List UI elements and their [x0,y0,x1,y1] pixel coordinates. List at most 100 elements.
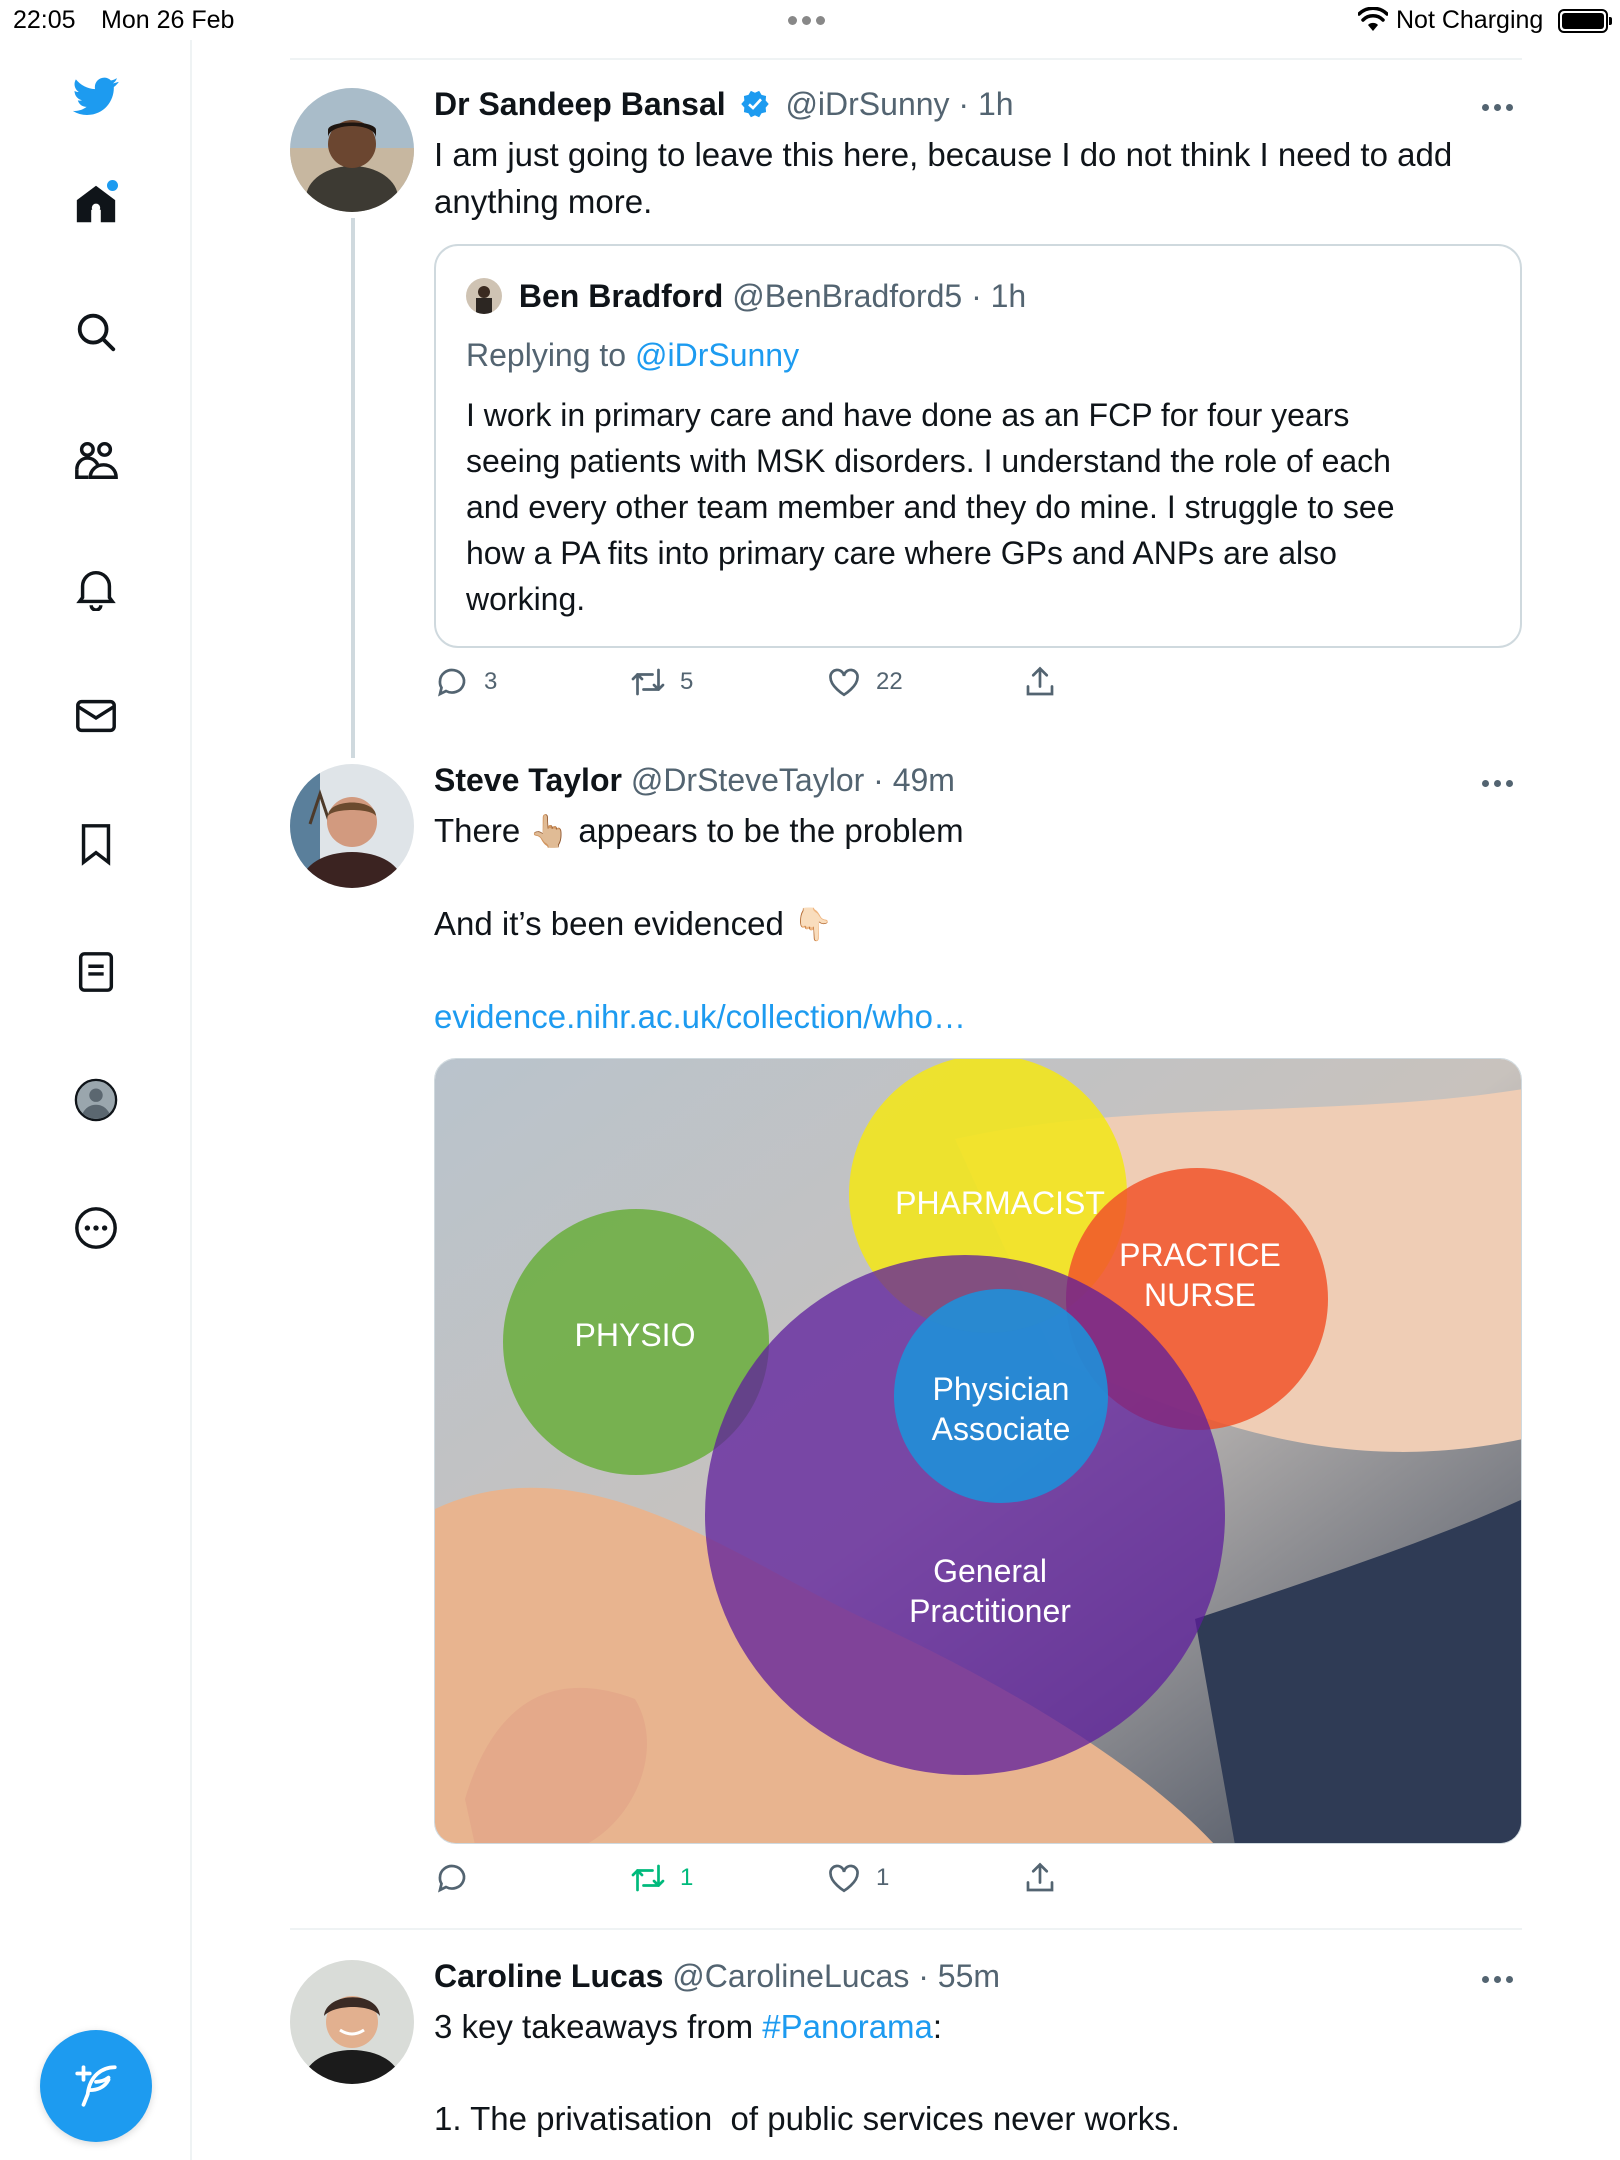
author-handle[interactable]: @iDrSunny [785,86,949,122]
sidebar-item-more[interactable] [68,1200,124,1256]
quoted-text-line: seeing patients with MSK disorders. I un… [466,443,1391,479]
tweet-text: I am just going to leave this here, beca… [434,131,1514,225]
like-count: 22 [876,668,903,695]
compose-tweet-icon [75,2065,117,2107]
sidebar-nav [0,40,192,2160]
avatar [466,278,502,314]
sidebar-item-communities[interactable] [68,432,124,488]
status-date: Mon 26 Feb [101,6,235,34]
pointing-up-emoji: 👆🏼 [529,813,570,849]
replying-to-handle[interactable]: @iDrSunny [635,337,799,373]
evidence-link[interactable]: evidence.nihr.ac.uk/collection/who… [434,993,1514,1040]
author-name[interactable]: Caroline Lucas [434,1958,663,1994]
quoted-tweet[interactable]: Ben Bradford @BenBradford5 · 1h Replying… [434,244,1522,648]
text-segment: 3 key takeaways from [434,2008,754,2045]
more-options-icon[interactable] [1472,1964,1522,1994]
share-icon [1026,666,1054,696]
bookmarks-icon [81,824,111,866]
avatar[interactable] [290,88,414,212]
communities-icon [75,441,118,479]
tweet-header: Steve Taylor @DrSteveTaylor · 49m [434,760,955,800]
replying-to: Replying to @iDrSunny [466,335,799,375]
tweet-text-line: I am just going to leave this here, beca… [434,136,1453,173]
compose-tweet-button[interactable] [40,2030,152,2142]
status-bar: 22:05 Mon 26 Feb Not Charging [0,0,1620,40]
multitasking-dots-icon[interactable] [788,16,825,25]
notifications-icon [76,570,116,611]
tweet-text: 3 key takeaways from #Panorama: 1. The p… [434,2003,1514,2142]
sidebar-item-bookmarks[interactable] [68,816,124,872]
sidebar-item-lists[interactable] [68,944,124,1000]
reply-count: 3 [484,668,498,695]
label-line: Associate [931,1411,1071,1447]
sidebar-item-notifications[interactable] [68,560,124,616]
retweet-icon [631,1864,665,1892]
like-button[interactable]: 1 [826,1860,889,1896]
tweet-taylor[interactable]: Steve Taylor @DrSteveTaylor · 49m There … [290,756,1522,1906]
search-icon [77,313,116,352]
tweet-text-line: And it’s been evidenced 👇🏻 [434,900,1514,948]
author-handle[interactable]: @DrSteveTaylor [631,762,864,798]
sidebar-item-profile[interactable] [68,1072,124,1128]
like-count: 1 [876,1864,890,1891]
share-icon [1026,1862,1054,1892]
tweet-actions: 3 5 22 [434,664,1134,708]
tweet-time: · 1h [958,86,1014,122]
quoted-author-name: Ben Bradford [518,278,724,314]
reply-button[interactable]: 3 [434,664,497,700]
sidebar-item-search[interactable] [68,304,124,360]
wifi-icon [1358,7,1388,31]
home-notification-dot [107,180,118,191]
diagram-label-physician-associate: Physician Associate [901,1369,1101,1449]
quoted-author-handle: @BenBradford5 [732,278,963,314]
author-handle[interactable]: @CarolineLucas [672,1958,909,1994]
text-segment: And it’s been evidenced [434,905,784,942]
quoted-tweet-time: · 1h [971,278,1027,314]
quoted-text-line: how a PA fits into primary care where GP… [466,535,1337,571]
more-options-icon[interactable] [1472,92,1522,122]
quoted-tweet-text: I work in primary care and have done as … [466,392,1496,622]
reply-button[interactable] [434,1860,484,1896]
quoted-text-line: I work in primary care and have done as … [466,397,1350,433]
hashtag-link[interactable]: #Panorama [762,2008,933,2045]
reply-icon [438,1864,466,1893]
tweet-text-line: There 👆🏼 appears to be the problem [434,807,1514,855]
label-line: General [933,1553,1047,1589]
tweet-divider [290,1928,1522,1930]
like-button[interactable]: 22 [826,664,903,700]
retweet-button[interactable]: 1 [630,1860,693,1896]
diagram-label-physio: PHYSIO [574,1317,696,1353]
heart-icon [829,1864,859,1893]
tweet-text: There 👆🏼 appears to be the problem And i… [434,807,1514,1040]
replying-to-label: Replying to [466,337,627,373]
tweet-header: Caroline Lucas @CarolineLucas · 55m [434,1956,1000,1996]
profile-icon [74,1078,118,1122]
author-name[interactable]: Steve Taylor [434,762,622,798]
feed-top-divider [290,58,1522,60]
more-icon [75,1207,117,1249]
label-line: Physician [932,1371,1070,1407]
author-name[interactable]: Dr Sandeep Bansal [434,86,726,122]
text-segment: There [434,812,521,849]
sidebar-item-messages[interactable] [68,688,124,744]
share-button[interactable] [1022,1860,1058,1896]
charging-status: Not Charging [1396,6,1544,34]
tweet-bansal[interactable]: Dr Sandeep Bansal @iDrSunny · 1h I am ju… [290,80,1522,758]
more-options-icon[interactable] [1472,768,1522,798]
text-segment: : [932,2008,943,2045]
twitter-logo-icon[interactable] [68,68,124,124]
retweet-button[interactable]: 5 [630,664,693,700]
retweet-count: 1 [680,1864,694,1891]
diagram-label-general-practitioner: General Practitioner [855,1551,1125,1631]
diagram-label-practice-nurse: PRACTICE NURSE [1075,1235,1325,1315]
tweet-lucas[interactable]: Caroline Lucas @CarolineLucas · 55m 3 ke… [290,1952,1522,2160]
avatar[interactable] [290,1960,414,2084]
battery-icon [1558,9,1612,33]
share-button[interactable] [1022,664,1058,700]
messages-icon [76,699,116,733]
retweet-icon [631,668,665,696]
sidebar-item-home[interactable] [68,176,124,232]
avatar[interactable] [290,764,414,888]
label-line: NURSE [1143,1277,1256,1313]
tweet-image[interactable]: PHARMACIST PRACTICE NURSE PHYSIO Physici… [434,1058,1522,1844]
